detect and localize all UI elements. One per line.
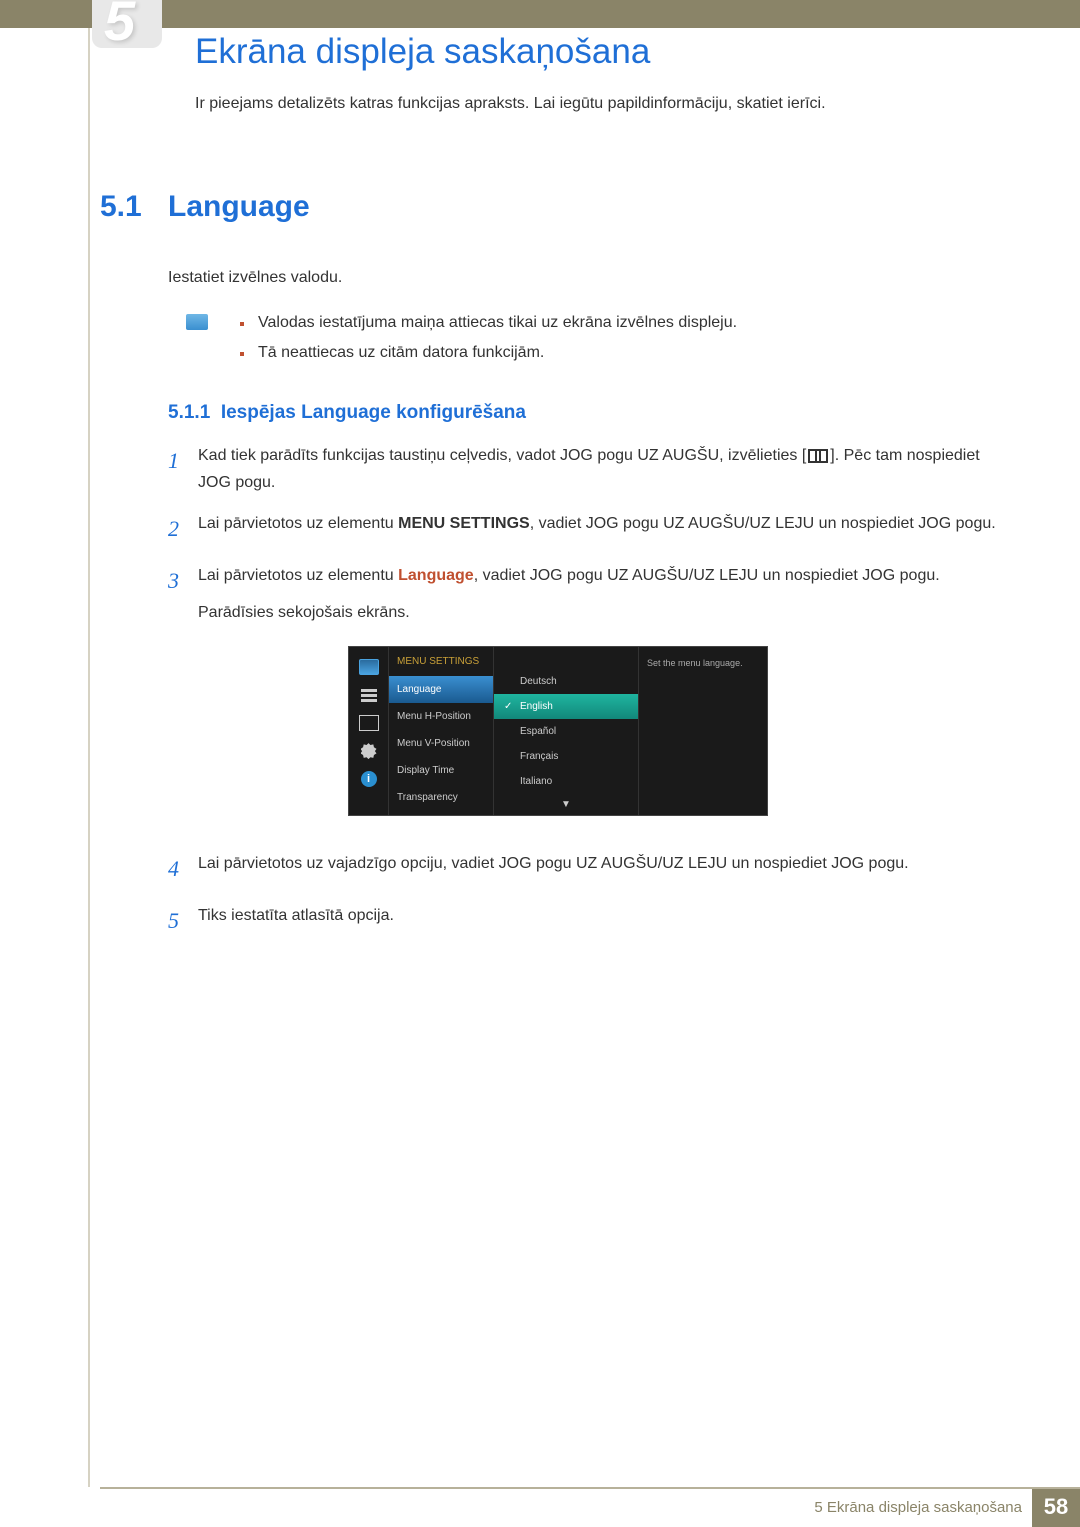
step-number: 1 [168, 442, 198, 496]
step-text: Kad tiek parādīts funkcijas taustiņu ceļ… [198, 442, 1000, 496]
osd-option: English [494, 694, 638, 719]
intro-text: Ir pieejams detalizēts katras funkcijas … [195, 95, 826, 113]
osd-item: Display Time [389, 757, 493, 784]
move-icon [359, 715, 379, 731]
osd-header: MENU SETTINGS [389, 647, 493, 676]
step: 2 Lai pārvietotos uz elementu MENU SETTI… [168, 510, 1000, 547]
step: 3 Lai pārvietotos uz elementu Language, … [168, 562, 1000, 836]
note-icon [186, 314, 208, 330]
osd-option: Español [494, 719, 638, 744]
chevron-down-icon: ▼ [494, 794, 638, 815]
step-number: 2 [168, 510, 198, 547]
footer-rule [100, 1487, 1080, 1489]
note-item: Tā neattiecas uz citām datora funkcijām. [240, 344, 1000, 362]
footer: 5 Ekrāna displeja saskaņošana 58 [0, 1487, 1080, 1527]
osd-item: Menu V-Position [389, 730, 493, 757]
left-margin-rule [88, 28, 90, 1487]
osd-item: Menu H-Position [389, 703, 493, 730]
osd-option: Français [494, 744, 638, 769]
subsection-heading: 5.1.1 Iespējas Language konfigurēšana [168, 402, 1000, 424]
step: 1 Kad tiek parādīts funkcijas taustiņu c… [168, 442, 1000, 496]
monitor-icon [359, 659, 379, 675]
step-number: 4 [168, 850, 198, 887]
page-number: 58 [1032, 1487, 1080, 1527]
section-body: Iestatiet izvēlnes valodu. [168, 266, 1000, 290]
osd-options-column: Deutsch English Español Français Italian… [494, 647, 639, 815]
chapter-tab: 5 [92, 0, 162, 48]
gear-icon [359, 743, 379, 759]
section-number: 5.1 [100, 190, 168, 224]
footer-text: 5 Ekrāna displeja saskaņošana [814, 1499, 1032, 1516]
osd-item: Transparency [389, 784, 493, 811]
osd-help-text: Set the menu language. [639, 647, 759, 815]
menu-icon [808, 449, 828, 463]
osd-icon-rail: i [349, 647, 389, 815]
steps-list: 1 Kad tiek parādīts funkcijas taustiņu c… [168, 442, 1000, 939]
step-text: Tiks iestatīta atlasītā opcija. [198, 902, 1000, 939]
section: 5.1Language Iestatiet izvēlnes valodu. V… [100, 190, 1000, 953]
subsection: 5.1.1 Iespējas Language konfigurēšana 1 … [168, 402, 1000, 939]
osd-menu: i MENU SETTINGS Language Menu H-Position… [348, 646, 768, 816]
step: 5 Tiks iestatīta atlasītā opcija. [168, 902, 1000, 939]
step-text: Lai pārvietotos uz elementu Language, va… [198, 562, 1000, 836]
osd-option: Deutsch [494, 669, 638, 694]
step-text: Lai pārvietotos uz elementu MENU SETTING… [198, 510, 1000, 547]
step: 4 Lai pārvietotos uz vajadzīgo opciju, v… [168, 850, 1000, 887]
osd-option: Italiano [494, 769, 638, 794]
osd-item: Language [389, 676, 493, 703]
bars-icon [359, 687, 379, 703]
note-block: Valodas iestatījuma maiņa attiecas tikai… [168, 314, 1000, 362]
top-bar [0, 0, 1080, 28]
info-icon: i [359, 771, 379, 787]
step-text: Lai pārvietotos uz vajadzīgo opciju, vad… [198, 850, 1000, 887]
step-number: 3 [168, 562, 198, 836]
osd-menu-column: MENU SETTINGS Language Menu H-Position M… [389, 647, 494, 815]
section-title: Language [168, 190, 310, 223]
step-number: 5 [168, 902, 198, 939]
chapter-number: 5 [104, 0, 135, 53]
page-title: Ekrāna displeja saskaņošana [195, 32, 650, 72]
note-item: Valodas iestatījuma maiņa attiecas tikai… [240, 314, 1000, 332]
